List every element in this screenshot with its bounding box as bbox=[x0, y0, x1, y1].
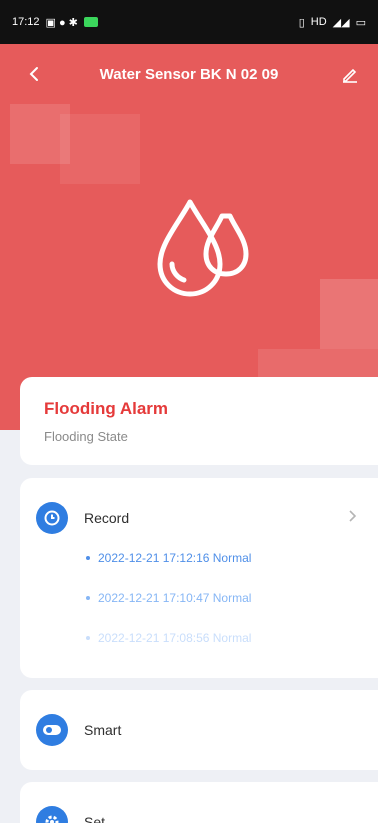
back-button[interactable] bbox=[20, 60, 48, 88]
record-item-text: 2022-12-21 17:08:56 Normal bbox=[98, 631, 252, 645]
page-title: Water Sensor BK N 02 09 bbox=[99, 65, 279, 83]
bullet-dot bbox=[86, 556, 90, 560]
record-label: Record bbox=[84, 510, 130, 526]
app-header: Water Sensor BK N 02 09 bbox=[0, 44, 378, 104]
smart-label: Smart bbox=[84, 722, 122, 738]
record-item-text: 2022-12-21 17:10:47 Normal bbox=[98, 591, 252, 605]
back-chevron-icon bbox=[29, 67, 38, 81]
clock-icon bbox=[44, 510, 60, 526]
record-item: 2022-12-21 17:08:56 Normal bbox=[86, 631, 251, 645]
smart-icon-badge bbox=[36, 714, 68, 746]
record-card[interactable]: Record 2022-12-21 17:12:16 Normal 2022-1… bbox=[20, 478, 378, 678]
status-right: ▯ HD ◢◢ ▭ bbox=[299, 16, 366, 29]
set-icon-badge bbox=[36, 806, 68, 823]
edit-pencil-icon bbox=[343, 68, 357, 83]
record-item: 2022-12-21 17:12:16 Normal bbox=[86, 551, 251, 565]
chevron-right-icon[interactable] bbox=[344, 508, 360, 524]
status-time: 17:12 bbox=[12, 16, 40, 28]
set-card[interactable]: Set bbox=[20, 782, 378, 823]
decorative-square bbox=[320, 279, 378, 349]
alarm-title: Flooding Alarm bbox=[44, 399, 169, 418]
gear-icon bbox=[45, 815, 59, 823]
record-icon-badge bbox=[36, 502, 68, 534]
record-item-text: 2022-12-21 17:12:16 Normal bbox=[98, 551, 252, 565]
record-item: 2022-12-21 17:10:47 Normal bbox=[86, 591, 251, 605]
toggle-icon bbox=[43, 725, 61, 735]
edit-button[interactable] bbox=[336, 60, 364, 88]
smart-card[interactable]: Smart bbox=[20, 690, 378, 770]
app-notification-icon bbox=[83, 17, 98, 27]
alarm-subtitle: Flooding State bbox=[44, 429, 128, 444]
notification-icons: ▣ ● ✱ bbox=[45, 16, 78, 29]
water-drops-icon bbox=[157, 199, 249, 297]
vibrate-icon: ▯ bbox=[298, 16, 305, 29]
bullet-dot bbox=[86, 596, 90, 600]
status-bar: 17:12 ▣ ● ✱ ▯ HD ◢◢ ▭ bbox=[0, 0, 378, 44]
alarm-card: Flooding Alarm Flooding State bbox=[20, 377, 378, 465]
hero-banner: Water Sensor BK N 02 09 bbox=[0, 44, 378, 430]
status-left: 17:12 ▣ ● ✱ bbox=[12, 16, 98, 29]
decorative-square bbox=[60, 114, 140, 184]
hd-indicator: HD bbox=[310, 16, 327, 28]
bullet-dot bbox=[86, 636, 90, 640]
signal-icon: ◢◢ bbox=[332, 16, 350, 29]
set-label: Set bbox=[84, 814, 106, 823]
battery-icon: ▭ bbox=[355, 16, 366, 29]
